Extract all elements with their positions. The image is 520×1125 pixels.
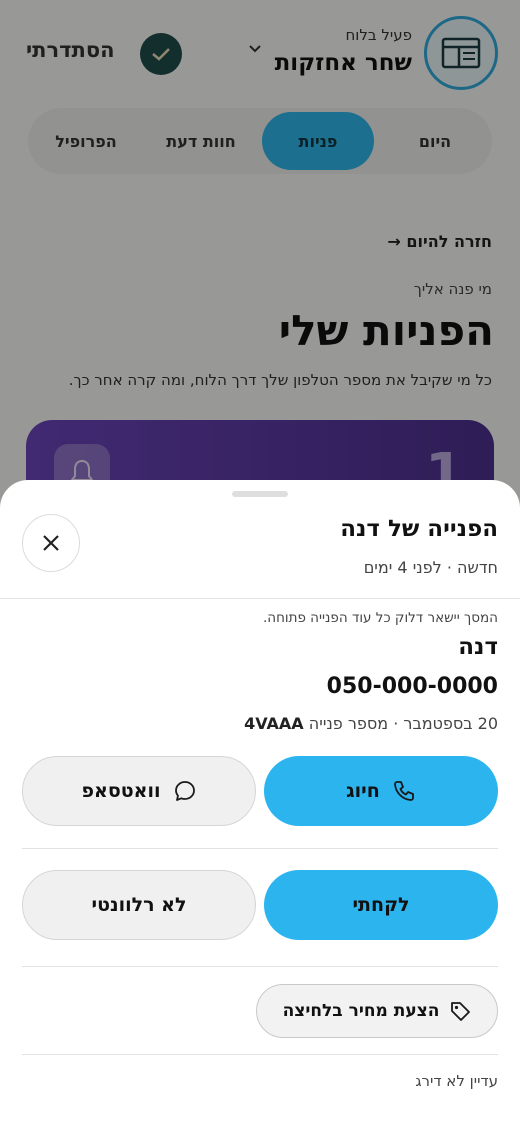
whatsapp-label: וואטסאפ xyxy=(81,780,161,802)
contact-phone: 050-000-0000 xyxy=(326,674,498,699)
tag-icon xyxy=(449,1000,471,1022)
app-screen: פעיל בלוח שחר אחזקות הסתדרתי היום פניות … xyxy=(0,0,520,1125)
divider xyxy=(22,966,498,967)
request-id: 4VAAA xyxy=(244,714,304,733)
close-icon xyxy=(41,533,61,553)
contact-name: דנה xyxy=(458,634,498,660)
quick-quote-label: הצעת מחיר בלחיצה xyxy=(282,1001,440,1021)
call-button[interactable]: חיוג xyxy=(264,756,498,826)
chat-bubble-icon xyxy=(173,779,197,803)
took-it-label: לקחתי xyxy=(352,894,410,916)
phone-icon xyxy=(392,779,416,803)
not-relevant-label: לא רלוונטי xyxy=(91,894,187,916)
divider xyxy=(0,598,520,599)
drag-handle[interactable] xyxy=(232,491,288,497)
took-it-button[interactable]: לקחתי xyxy=(264,870,498,940)
call-label: חיוג xyxy=(346,780,380,802)
request-sheet: הפנייה של דנה חדשה · לפני 4 ימים המסך יי… xyxy=(0,480,520,1125)
quick-quote-button[interactable]: הצעת מחיר בלחיצה xyxy=(256,984,498,1038)
sheet-title: הפנייה של דנה xyxy=(340,516,498,542)
whatsapp-button[interactable]: וואטסאפ xyxy=(22,756,256,826)
request-meta: 20 בספטמבר · מספר פנייה 4VAAA xyxy=(244,714,498,733)
screen-awake-note: המסך יישאר דלוק כל עוד הפנייה פתוחה. xyxy=(262,610,498,626)
divider xyxy=(22,848,498,849)
close-button[interactable] xyxy=(22,514,80,572)
request-date: 20 בספטמבר · מספר פנייה xyxy=(308,714,498,733)
not-relevant-button[interactable]: לא רלוונטי xyxy=(22,870,256,940)
sheet-subtitle: חדשה · לפני 4 ימים xyxy=(363,558,498,577)
divider xyxy=(22,1054,498,1055)
rating-status: עדיין לא דירג xyxy=(415,1072,498,1090)
